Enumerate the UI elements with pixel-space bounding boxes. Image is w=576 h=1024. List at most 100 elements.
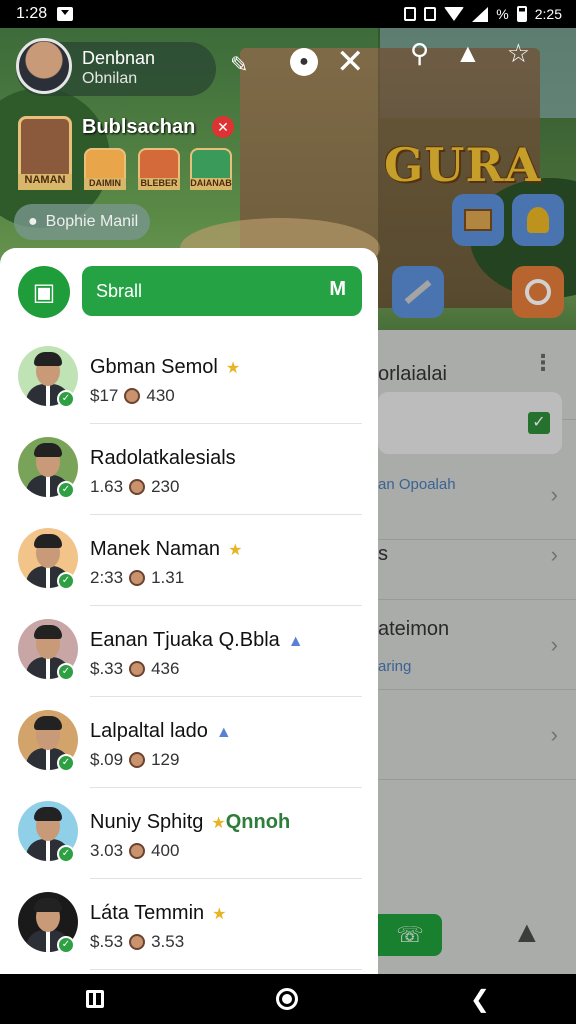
list-item[interactable]: ✓ Nuniy Sphitg ★Qnnoh 3.03 400 [0,789,378,879]
avatar-hair [34,534,62,548]
friend-amount: 3.03 [90,841,124,860]
friend-name-text: Eanan Tjuaka Q.Bbla [90,629,280,651]
scene-top-icons: ⚲ ▲ ☆ [410,40,530,66]
status-chip[interactable]: ● Bophie Manil [14,204,150,240]
status-time: 1:28 [16,5,48,22]
edit-icon[interactable]: ✎ [230,52,248,78]
dim-overlay[interactable] [378,28,576,974]
friend-name: Manek Naman ★ [90,538,242,561]
navigation-bar: ❮ [0,974,576,1024]
search-button-label: Sbrall [96,280,143,301]
list-item[interactable]: ✓ Eanan Tjuaka Q.Bbla ▲ $.33 436 [0,607,378,697]
notification-icon[interactable]: ▲ [455,40,481,66]
person-icon [129,570,146,586]
avatar-tie [46,657,50,679]
friends-drawer: ▣ Sbrall M ✓ Gbman Semol ★ $17 430 ✓ Radolatka… [0,248,378,974]
divider [90,605,362,606]
status-bar: 1:28 % 2:25 [0,0,576,28]
avatar-hair [34,352,62,366]
friend-count: 436 [151,659,180,678]
list-item[interactable]: ✓ Gbman Semol ★ $17 430 [0,334,378,424]
mail-icon: M [329,278,346,300]
friend-name-text: Nuniy Sphitg [90,811,204,833]
status-chip-label: Bophie Manil [45,213,139,230]
status-right-time: 2:25 [534,6,562,22]
list-item[interactable]: ✓ Manek Naman ★ 2:33 1.31 [0,516,378,606]
profile-avatar[interactable] [16,38,72,94]
verified-icon: ✓ [57,845,75,863]
friend-amount: $.33 [90,659,124,678]
divider [90,696,362,697]
avatar-hair [34,625,62,639]
verified-icon: ✓ [57,663,75,681]
star-badge-icon: ★ [228,542,243,559]
chat-bubble-icon[interactable]: ● [290,48,318,76]
person-icon [129,843,146,859]
drawer-actions: ▣ Sbrall M [18,266,362,318]
battery-percent: % [496,6,509,22]
verified-icon: ✓ [57,572,75,590]
friend-name-text: Radolatkalesials [90,447,236,469]
avatar-hair [34,716,62,730]
signal-icon [472,6,489,22]
recent-apps-icon[interactable] [85,990,104,1008]
verified-icon: ✓ [57,754,75,772]
star-badge-icon: ★ [212,906,227,923]
divider [90,969,362,970]
friend-name: Lalpaltal lado ▲ [90,720,232,743]
avatar-hair [34,898,62,912]
friend-amount: $17 [90,386,119,405]
friend-count: 1.31 [151,568,185,587]
avatar-tie [46,475,50,497]
hat-badge-icon: ▲ [215,724,232,741]
friend-name-text: Gbman Semol [90,356,218,378]
friend-stats: 1.63 230 [90,477,179,497]
friend-name-text: Lalpaltal lado [90,720,208,742]
list-item[interactable]: ✓ Lalpaltal lado ▲ $.09 129 [0,698,378,788]
club-member-label: DAIANAB [190,178,232,190]
wifi-icon [444,7,465,21]
close-icon[interactable]: ✕ [336,42,365,82]
profile-subtitle: Obnilan [82,70,138,87]
close-circle-icon[interactable]: ✕ [212,116,234,138]
avatar-hair [34,443,62,457]
star-badge-icon: ★ [225,360,241,377]
friend-name-text: Manek Naman [90,538,221,560]
friend-name: Nuniy Sphitg ★Qnnoh [90,811,290,834]
avatar-tie [46,384,50,406]
network-icon[interactable]: ☆ [507,40,530,66]
divider [90,878,362,879]
avatar-tie [46,748,50,770]
club-title: Bublsachan [82,116,196,138]
friend-name: Láta Temmin ★ [90,902,226,925]
list-item[interactable]: ✓ Radolatkalesials 1.63 230 [0,425,378,515]
message-square-icon[interactable]: ▣ [18,266,70,318]
verified-icon: ✓ [57,481,75,499]
friend-count: 430 [146,386,175,405]
friend-count: 129 [151,750,180,769]
divider [90,423,362,424]
avatar-tie [46,839,50,861]
friend-stats: $.09 129 [90,750,179,770]
friend-name-text: Láta Temmin [90,902,205,924]
search-icon[interactable]: ⚲ [410,40,429,66]
friend-amount: 2:33 [90,568,124,587]
person-icon [129,934,146,950]
profile-name: Denbnan [82,48,156,68]
friend-stats: $17 430 [90,386,175,406]
back-icon[interactable]: ❮ [470,985,490,1014]
search-button[interactable]: Sbrall M [82,266,362,316]
nfc-icon [404,7,417,21]
friend-name: Radolatkalesials [90,447,236,470]
home-icon[interactable] [275,988,298,1010]
friend-count: 230 [151,477,180,496]
friend-name: Eanan Tjuaka Q.Bbla ▲ [90,629,304,652]
list-item[interactable]: ✓ Láta Temmin ★ $.53 3.53 [0,880,378,970]
star-badge-icon: ★ [211,815,226,832]
notification-icon [57,7,74,21]
friend-stats: 3.03 400 [90,841,179,861]
verified-icon: ✓ [57,936,75,954]
friend-amount: $.09 [90,750,124,769]
verified-icon: ✓ [57,390,75,408]
divider [90,514,362,515]
